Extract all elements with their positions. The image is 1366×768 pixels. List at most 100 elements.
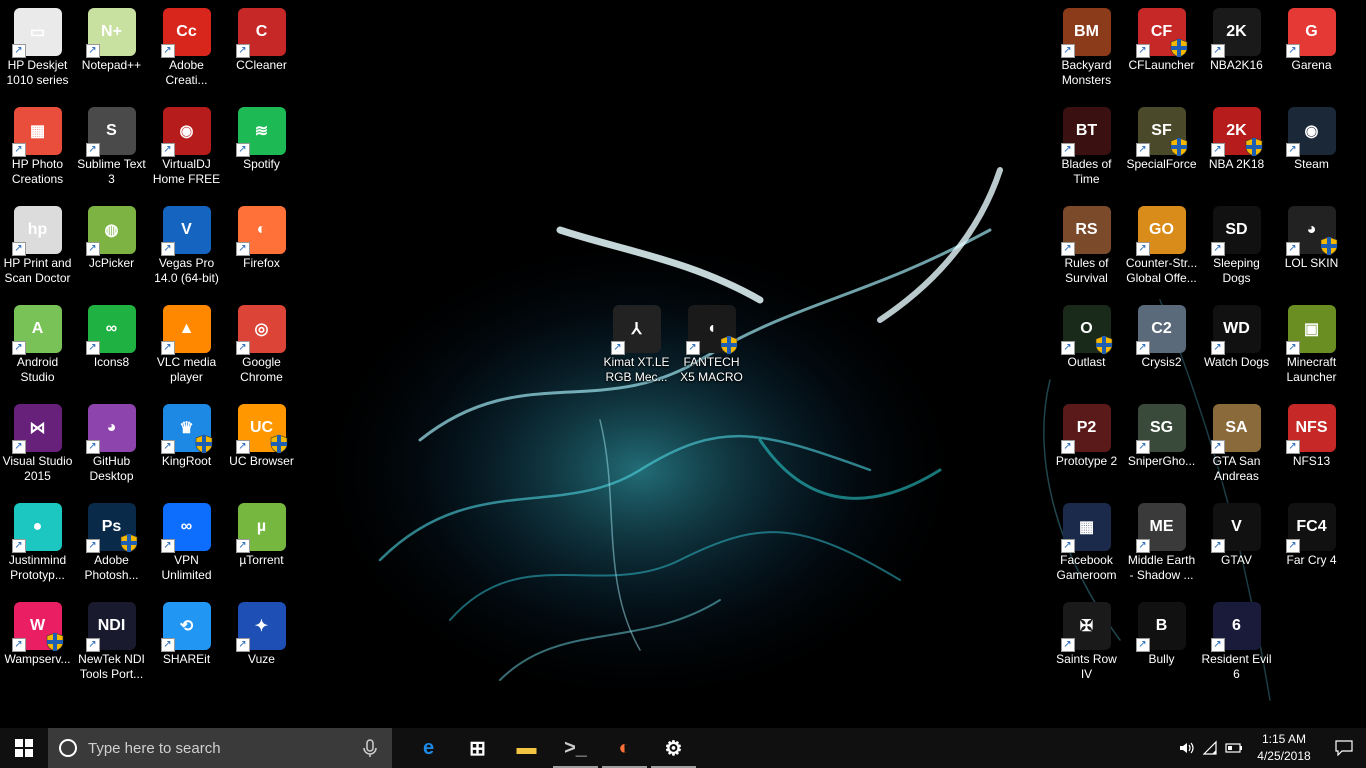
desktop-shortcut[interactable]: ✦ ↗ Vuze	[224, 598, 299, 694]
desktop-shortcut[interactable]: ≋ ↗ Spotify	[224, 103, 299, 199]
shortcut-label: Middle Earth - Shadow ...	[1127, 553, 1196, 582]
desktop-shortcut[interactable]: ✠ ↗ Saints Row IV	[1049, 598, 1124, 694]
desktop-shortcut[interactable]: ◕ ↗ GitHub Desktop	[74, 400, 149, 496]
desktop-shortcut[interactable]: Ps ↗ Adobe Photosh...	[74, 499, 149, 595]
action-center-button[interactable]	[1322, 728, 1366, 768]
desktop-shortcut[interactable]: 2K ↗ NBA 2K18	[1199, 103, 1274, 199]
desktop-shortcut[interactable]: P2 ↗ Prototype 2	[1049, 400, 1124, 496]
desktop-shortcut[interactable]: V ↗ Vegas Pro 14.0 (64-bit)	[149, 202, 224, 298]
nba2k18-icon: 2K ↗	[1210, 107, 1262, 157]
desktop-shortcut[interactable]: ⟲ ↗ SHAREit	[149, 598, 224, 694]
desktop-shortcut[interactable]: B ↗ Bully	[1124, 598, 1199, 694]
desktop-shortcut[interactable]: SD ↗ Sleeping Dogs	[1199, 202, 1274, 298]
desktop-shortcut[interactable]: SG ↗ SniperGho...	[1124, 400, 1199, 496]
shortcut-label: Bully	[1148, 652, 1175, 666]
shortcut-arrow-icon: ↗	[1285, 44, 1300, 58]
shortcut-arrow-icon: ↗	[1210, 638, 1225, 652]
desktop-shortcut[interactable]: C2 ↗ Crysis2	[1124, 301, 1199, 397]
middle-earth-icon: ME ↗	[1135, 503, 1186, 553]
shortcut-label: Sublime Text 3	[77, 157, 146, 186]
desktop-shortcut[interactable]: ◍ ↗ JcPicker	[74, 202, 149, 298]
taskbar-internet-explorer-button[interactable]: e	[404, 728, 453, 768]
taskbar-file-explorer-button[interactable]: ▬	[502, 728, 551, 768]
shortcut-arrow-icon: ↗	[1060, 638, 1075, 652]
desktop-shortcut[interactable]: Cc ↗ Adobe Creati...	[149, 4, 224, 100]
desktop-shortcut[interactable]: NFS ↗ NFS13	[1274, 400, 1349, 496]
desktop-shortcut[interactable]: ∞ ↗ VPN Unlimited	[149, 499, 224, 595]
desktop-shortcut[interactable]: BM ↗ Backyard Monsters	[1049, 4, 1124, 100]
desktop-shortcut[interactable]: RS ↗ Rules of Survival	[1049, 202, 1124, 298]
desktop-shortcut[interactable]: ◕ ↗ LOL SKIN	[1274, 202, 1349, 298]
desktop-shortcut[interactable]: V ↗ GTAV	[1199, 499, 1274, 595]
desktop-shortcut[interactable]: ◖↗FANTECH X5 MACRO G...	[674, 301, 749, 397]
shortcut-label: Notepad++	[81, 58, 142, 72]
desktop-shortcut[interactable]: NDI ↗ NewTek NDI Tools Port...	[74, 598, 149, 694]
taskbar-settings-button[interactable]: ⚙	[649, 728, 698, 768]
desktop-shortcut[interactable]: ◉ ↗ VirtualDJ Home FREE	[149, 103, 224, 199]
desktop[interactable]: ▭ ↗ HP Deskjet 1010 series N+ ↗ Notepad++ Cc ↗ A…	[0, 0, 1366, 728]
desktop-shortcut[interactable]: µ ↗ µTorrent	[224, 499, 299, 595]
desktop-shortcut[interactable]: ME ↗ Middle Earth - Shadow ...	[1124, 499, 1199, 595]
shortcut-label: Backyard Monsters	[1061, 58, 1112, 87]
clock[interactable]: 1:15 AM 4/25/2018	[1246, 731, 1322, 765]
start-button[interactable]	[0, 728, 48, 768]
desktop-shortcut[interactable]: hp ↗ HP Print and Scan Doctor	[0, 202, 75, 298]
desktop-shortcut[interactable]: WD ↗ Watch Dogs	[1199, 301, 1274, 397]
desktop-shortcut[interactable]: ◐ ↗ Firefox	[224, 202, 299, 298]
shortcut-arrow-icon: ↗	[1285, 143, 1300, 157]
search-box[interactable]: Type here to search	[48, 728, 392, 768]
desktop-shortcut[interactable]: N+ ↗ Notepad++	[74, 4, 149, 100]
desktop-shortcut[interactable]: W ↗ Wampserv...	[0, 598, 75, 694]
desktop-shortcut[interactable]: FC4 ↗ Far Cry 4	[1274, 499, 1349, 595]
microphone-icon[interactable]	[358, 736, 382, 760]
shortcut-arrow-icon: ↗	[1060, 44, 1075, 58]
taskbar-store-button[interactable]: ⊞	[453, 728, 502, 768]
desktop-shortcut[interactable]: 2K ↗ NBA2K16	[1199, 4, 1274, 100]
desktop-shortcut[interactable]: 6 ↗ Resident Evil 6	[1199, 598, 1274, 694]
desktop-shortcut[interactable]: A ↗ Android Studio	[0, 301, 75, 397]
shortcut-label: HP Deskjet 1010 series	[6, 58, 69, 87]
battery-icon[interactable]	[1222, 728, 1246, 768]
firefox-icon: ◐ ↗	[235, 206, 286, 256]
desktop-shortcut[interactable]: SA ↗ GTA San Andreas	[1199, 400, 1274, 496]
desktop-shortcut[interactable]: ▭ ↗ HP Deskjet 1010 series	[0, 4, 75, 100]
desktop-shortcut[interactable]: ▣ ↗ Minecraft Launcher	[1274, 301, 1349, 397]
gta-sa-icon: SA ↗	[1210, 404, 1261, 454]
specialforce-icon: SF ↗	[1135, 107, 1187, 157]
desktop-shortcut[interactable]: G ↗ Garena	[1274, 4, 1349, 100]
spotify-icon: ≋ ↗	[235, 107, 286, 157]
desktop-shortcut[interactable]: ◎ ↗ Google Chrome	[224, 301, 299, 397]
desktop-shortcut[interactable]: ∞ ↗ Icons8	[74, 301, 149, 397]
shortcut-label: Resident Evil 6	[1201, 652, 1272, 681]
desktop-shortcut[interactable]: SF ↗ SpecialForce	[1124, 103, 1199, 199]
shortcut-label: GTAV	[1221, 553, 1252, 567]
desktop-shortcut[interactable]: GO ↗ Counter-Str... Global Offe...	[1124, 202, 1199, 298]
network-icon[interactable]	[1198, 728, 1222, 768]
virtualdj-icon: ◉ ↗	[160, 107, 211, 157]
desktop-shortcut[interactable]: ● ↗ Justinmind Prototyp...	[0, 499, 75, 595]
desktop-shortcut[interactable]: ▦ ↗ HP Photo Creations	[0, 103, 75, 199]
shortcut-label: Steam	[1294, 157, 1329, 171]
desktop-shortcut[interactable]: BT ↗ Blades of Time	[1049, 103, 1124, 199]
desktop-shortcut[interactable]: S ↗ Sublime Text 3	[74, 103, 149, 199]
desktop-shortcut[interactable]: ▲ ↗ VLC media player	[149, 301, 224, 397]
shortcut-arrow-icon: ↗	[1210, 44, 1225, 58]
desktop-shortcut[interactable]: ◉ ↗ Steam	[1274, 103, 1349, 199]
desktop-shortcut[interactable]: ⅄ ↗ Kimat XT.LE RGB Mec...	[599, 301, 674, 397]
taskbar-command-prompt-button[interactable]: >_	[551, 728, 600, 768]
desktop-shortcut[interactable]: ⋈ ↗ Visual Studio 2015	[0, 400, 75, 496]
internet-explorer-icon: e	[422, 736, 435, 759]
taskbar-firefox-button[interactable]: ◐	[600, 728, 649, 768]
desktop-shortcut[interactable]: CF ↗ CFLauncher	[1124, 4, 1199, 100]
desktop-shortcut[interactable]: UC ↗ UC Browser	[224, 400, 299, 496]
desktop-shortcut[interactable]: ♛ ↗ KingRoot	[149, 400, 224, 496]
volume-icon[interactable]	[1174, 728, 1198, 768]
desktop-shortcut[interactable]: C ↗ CCleaner	[224, 4, 299, 100]
desktop-shortcut[interactable]: O ↗ Outlast	[1049, 301, 1124, 397]
shortcut-arrow-icon: ↗	[235, 440, 250, 454]
shortcut-arrow-icon: ↗	[1285, 242, 1300, 256]
desktop-shortcut[interactable]: ▦ ↗ Facebook Gameroom	[1049, 499, 1124, 595]
shortcut-arrow-icon: ↗	[685, 341, 700, 355]
shortcut-arrow-icon: ↗	[1135, 143, 1150, 157]
sleeping-dogs-icon: SD ↗	[1210, 206, 1261, 256]
